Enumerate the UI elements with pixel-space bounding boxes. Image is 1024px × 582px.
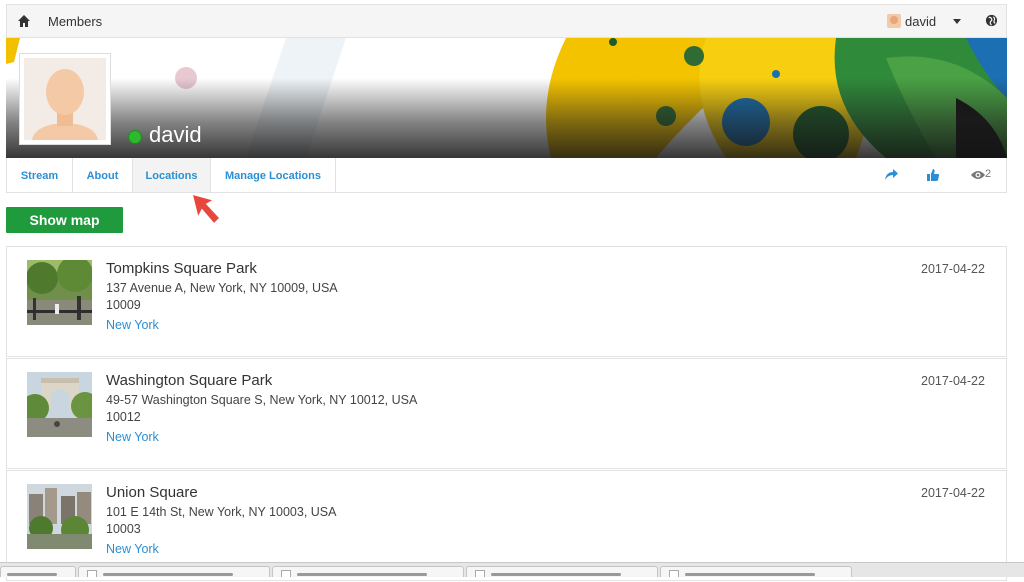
location-thumbnail[interactable] — [27, 372, 92, 437]
location-address: 49-57 Washington Square S, New York, NY … — [106, 393, 418, 407]
cursor-arrow-icon — [190, 192, 222, 226]
browser-tab-strip — [0, 562, 1024, 577]
location-address: 137 Avenue A, New York, NY 10009, USA — [106, 281, 338, 295]
home-icon[interactable] — [17, 14, 31, 28]
profile-tabs: Stream About Locations Manage Locations … — [6, 158, 1007, 193]
location-date: 2017-04-22 — [921, 262, 985, 276]
location-thumbnail[interactable] — [27, 484, 92, 549]
profile-cover: david — [6, 38, 1007, 158]
location-date: 2017-04-22 — [921, 486, 985, 500]
browser-tab[interactable] — [78, 566, 270, 577]
globe-icon[interactable] — [985, 14, 998, 27]
show-map-button[interactable]: Show map — [6, 207, 123, 233]
location-zip: 10009 — [106, 298, 141, 312]
top-nav-bar: Members david — [6, 4, 1007, 38]
location-date: 2017-04-22 — [921, 374, 985, 388]
view-count: 2 — [985, 168, 992, 180]
user-avatar[interactable] — [887, 14, 901, 28]
online-status-dot — [128, 130, 142, 144]
browser-tab[interactable] — [660, 566, 852, 577]
thumbs-up-icon[interactable] — [927, 169, 939, 181]
share-icon[interactable] — [885, 169, 898, 180]
location-address: 101 E 14th St, New York, NY 10003, USA — [106, 505, 337, 519]
tab-stream[interactable]: Stream — [7, 158, 73, 192]
browser-tab[interactable] — [0, 566, 76, 577]
browser-tab[interactable] — [466, 566, 658, 577]
location-name[interactable]: Tompkins Square Park — [106, 260, 257, 277]
nav-members-link[interactable]: Members — [48, 14, 102, 29]
location-zip: 10003 — [106, 522, 141, 536]
caret-down-icon[interactable] — [953, 19, 961, 24]
location-zip: 10012 — [106, 410, 141, 424]
eye-icon — [971, 171, 985, 179]
tab-about[interactable]: About — [73, 158, 133, 192]
location-item[interactable]: Washington Square Park 49-57 Washington … — [6, 358, 1007, 469]
user-menu-name[interactable]: david — [905, 14, 936, 29]
tab-manage-locations[interactable]: Manage Locations — [211, 158, 336, 192]
browser-tab[interactable] — [272, 566, 464, 577]
location-city-link[interactable]: New York — [106, 430, 159, 444]
tab-locations[interactable]: Locations — [133, 158, 211, 192]
location-thumbnail[interactable] — [27, 260, 92, 325]
profile-name: david — [149, 122, 202, 147]
avatar-placeholder-icon — [24, 58, 106, 140]
location-name[interactable]: Union Square — [106, 484, 198, 501]
locations-list: Tompkins Square Park 137 Avenue A, New Y… — [6, 246, 1007, 582]
location-city-link[interactable]: New York — [106, 542, 159, 556]
profile-avatar[interactable] — [19, 53, 111, 145]
location-item[interactable]: Tompkins Square Park 137 Avenue A, New Y… — [6, 246, 1007, 357]
location-name[interactable]: Washington Square Park — [106, 372, 272, 389]
location-city-link[interactable]: New York — [106, 318, 159, 332]
